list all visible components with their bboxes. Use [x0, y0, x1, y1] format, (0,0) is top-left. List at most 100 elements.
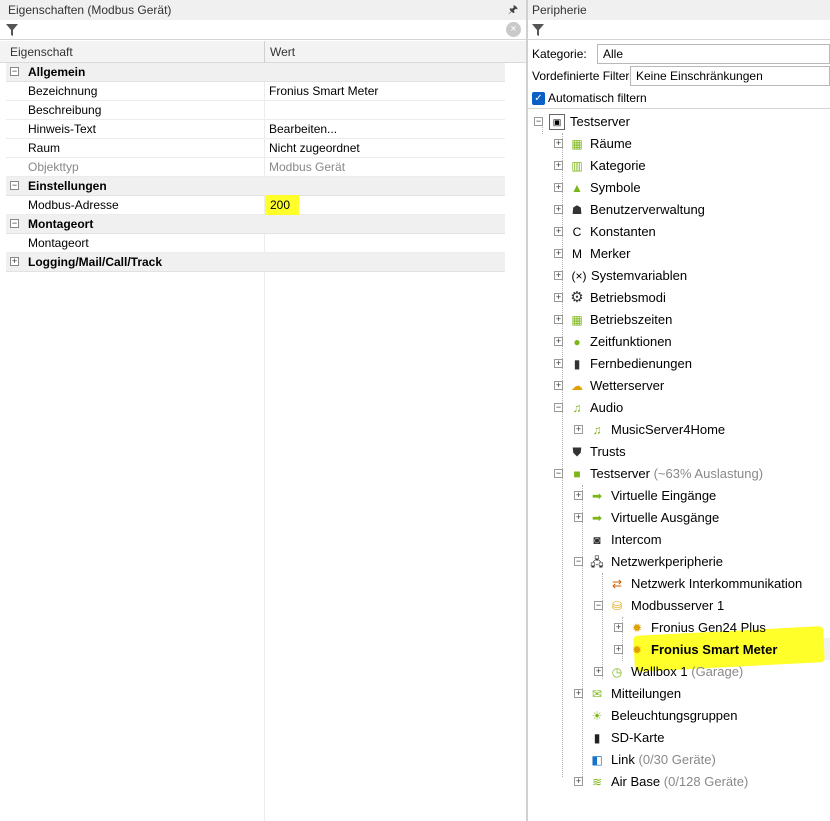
- row-separator: [264, 139, 265, 158]
- expand-icon[interactable]: +: [574, 777, 583, 786]
- expand-icon[interactable]: +: [574, 491, 583, 500]
- property-row-objekttyp: Objekttyp Modbus Gerät: [6, 158, 505, 177]
- column-separator[interactable]: [264, 41, 265, 63]
- music-icon: ♫: [592, 423, 602, 437]
- auto-filter-checkbox-row[interactable]: ✓ Automatisch filtern: [532, 89, 647, 107]
- tree-label: Intercom: [611, 532, 662, 547]
- remote-icon: ▮: [573, 357, 581, 371]
- tree-label: Betriebsmodi: [590, 290, 666, 305]
- tree-label: Betriebszeiten: [590, 312, 673, 327]
- device-count: (0/30 Geräte): [638, 752, 716, 767]
- category-label: Logging/Mail/Call/Track: [28, 255, 163, 269]
- tree-line: [582, 485, 583, 785]
- variables-icon: (×): [571, 269, 587, 283]
- expand-icon[interactable]: +: [554, 205, 563, 214]
- expand-icon[interactable]: +: [554, 249, 563, 258]
- property-key: Objekttyp: [28, 160, 79, 174]
- kategorie-select[interactable]: Alle: [597, 44, 830, 64]
- category-icon: ▥: [571, 159, 583, 173]
- expand-icon[interactable]: +: [594, 667, 603, 676]
- panel-title-text: Eigenschaften (Modbus Gerät): [8, 3, 172, 17]
- expand-icon[interactable]: +: [554, 381, 563, 390]
- tree-label: Fronius Smart Meter: [651, 642, 778, 657]
- property-key: Beschreibung: [28, 103, 102, 117]
- expand-icon[interactable]: +: [554, 293, 563, 302]
- link-icon: ◧: [591, 753, 603, 767]
- tree-label: Modbusserver 1: [631, 598, 725, 613]
- server-icon: ▣: [549, 114, 565, 130]
- tree-label-name: Testserver: [590, 466, 650, 481]
- tree-label-name: Wallbox 1: [631, 664, 688, 679]
- expand-icon[interactable]: +: [554, 183, 563, 192]
- auto-filter-checkbox[interactable]: ✓: [532, 92, 545, 106]
- property-key: Montageort: [28, 236, 89, 250]
- peripherals-filter-bar[interactable]: [528, 20, 830, 40]
- category-label: Allgemein: [28, 65, 86, 79]
- gear-icon: ⚙: [570, 289, 584, 306]
- collapse-icon[interactable]: −: [574, 557, 583, 566]
- property-row-hinweis-text[interactable]: Hinweis-Text Bearbeiten...: [6, 120, 505, 139]
- expand-icon[interactable]: +: [614, 623, 623, 632]
- tree-label: Air Base (0/128 Geräte): [611, 771, 748, 793]
- expand-icon[interactable]: +: [554, 161, 563, 170]
- property-value[interactable]: Nicht zugeordnet: [269, 139, 360, 158]
- expand-icon[interactable]: +: [554, 139, 563, 148]
- column-header-value[interactable]: Wert: [270, 41, 295, 63]
- category-montageort[interactable]: − Montageort: [6, 215, 505, 234]
- expand-icon[interactable]: +: [554, 315, 563, 324]
- category-allgemein[interactable]: − Allgemein: [6, 63, 505, 82]
- property-row-beschreibung[interactable]: Beschreibung: [6, 101, 505, 120]
- modbus-address-value[interactable]: 200: [265, 195, 300, 215]
- properties-panel: Eigenschaften (Modbus Gerät) 🖈 × Eigensc…: [0, 0, 526, 821]
- category-einstellungen[interactable]: − Einstellungen: [6, 177, 505, 196]
- row-separator: [264, 120, 265, 139]
- property-row-bezeichnung[interactable]: Bezeichnung Fronius Smart Meter: [6, 82, 505, 101]
- property-key: Modbus-Adresse: [28, 198, 119, 212]
- expand-icon[interactable]: +: [554, 227, 563, 236]
- expand-icon[interactable]: +: [574, 689, 583, 698]
- expand-icon[interactable]: +: [554, 271, 563, 280]
- property-row-montageort[interactable]: Montageort: [6, 234, 505, 253]
- clear-filter-icon[interactable]: ×: [506, 22, 521, 37]
- peripherals-panel-title: Peripherie: [528, 0, 830, 20]
- filter-icon[interactable]: [531, 23, 545, 37]
- collapse-icon[interactable]: −: [10, 219, 19, 228]
- tree-label: Systemvariablen: [591, 268, 688, 283]
- filter-label: Vordefinierte Filter: [532, 69, 630, 83]
- predefined-filter-select[interactable]: Keine Einschränkungen: [630, 66, 830, 86]
- property-value[interactable]: Fronius Smart Meter: [269, 82, 378, 101]
- tree-label: Virtuelle Eingänge: [611, 488, 717, 503]
- property-row-raum[interactable]: Raum Nicht zugeordnet: [6, 139, 505, 158]
- expand-icon[interactable]: +: [10, 257, 19, 266]
- category-logging[interactable]: + Logging/Mail/Call/Track: [6, 253, 505, 272]
- tree-label: Merker: [590, 246, 631, 261]
- collapse-icon[interactable]: −: [10, 181, 19, 190]
- pin-icon[interactable]: 🖈: [508, 0, 518, 20]
- tree-label: MusicServer4Home: [611, 422, 726, 437]
- expand-icon[interactable]: +: [574, 513, 583, 522]
- expand-icon[interactable]: +: [554, 359, 563, 368]
- column-header-property[interactable]: Eigenschaft: [10, 41, 73, 63]
- properties-column-header: Eigenschaft Wert: [0, 41, 526, 63]
- property-row-modbus-adresse[interactable]: Modbus-Adresse 200: [6, 195, 505, 215]
- network-icon: 🖧: [590, 555, 604, 569]
- property-value-highlight[interactable]: 200: [265, 195, 300, 215]
- collapse-icon[interactable]: −: [554, 403, 563, 412]
- expand-icon[interactable]: +: [574, 425, 583, 434]
- collapse-icon[interactable]: −: [594, 601, 603, 610]
- app-window: Eigenschaften (Modbus Gerät) 🖈 × Eigensc…: [0, 0, 830, 821]
- lightbulb-icon: ☀: [591, 709, 603, 723]
- flags-icon: M: [572, 247, 582, 261]
- expand-icon[interactable]: +: [614, 645, 623, 654]
- collapse-icon[interactable]: −: [534, 117, 543, 126]
- properties-panel-title: Eigenschaften (Modbus Gerät) 🖈: [0, 0, 526, 20]
- tree-label: Beleuchtungsgruppen: [611, 708, 738, 723]
- rooms-icon: ▦: [571, 137, 583, 151]
- property-value[interactable]: Bearbeiten...: [269, 120, 337, 139]
- filter-icon[interactable]: [5, 23, 19, 37]
- collapse-icon[interactable]: −: [10, 67, 19, 76]
- constants-icon: C: [572, 225, 582, 239]
- expand-icon[interactable]: +: [554, 337, 563, 346]
- collapse-icon[interactable]: −: [554, 469, 563, 478]
- properties-filter-bar[interactable]: ×: [0, 20, 526, 40]
